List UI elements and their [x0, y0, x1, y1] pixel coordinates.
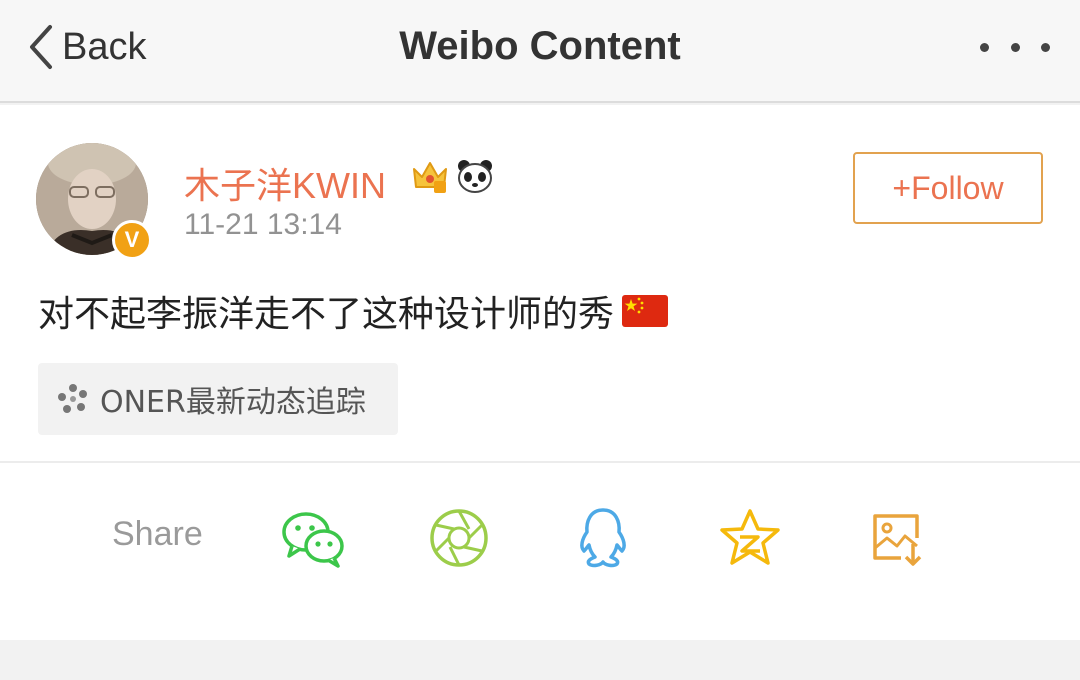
qzone-icon	[720, 509, 780, 565]
navigation-bar: Back Weibo Content	[0, 0, 1080, 103]
share-qq-button[interactable]	[568, 505, 638, 571]
divider	[0, 461, 1080, 463]
share-label: Share	[112, 515, 203, 553]
supertopic-icon	[58, 384, 87, 413]
share-moments-button[interactable]	[424, 505, 494, 571]
page-title: Weibo Content	[399, 24, 681, 68]
share-qzone-button[interactable]	[715, 505, 785, 571]
post-timestamp: 11-21 13:14	[184, 208, 342, 241]
panda-icon[interactable]	[455, 157, 495, 195]
topic-chip[interactable]: ONER最新动态追踪	[38, 363, 398, 435]
wechat-icon	[282, 512, 344, 568]
crown-icon[interactable]	[410, 157, 450, 195]
china-flag-icon	[622, 295, 669, 327]
topic-label: ONER最新动态追踪	[100, 385, 366, 420]
qq-icon	[580, 508, 626, 568]
post-text: 对不起李振洋走不了这种设计师的秀	[38, 285, 669, 337]
more-icon[interactable]	[980, 30, 1050, 64]
moments-icon	[430, 509, 488, 567]
save-image-icon	[873, 514, 922, 566]
verified-badge: V	[112, 220, 152, 260]
share-wechat-button[interactable]	[278, 505, 348, 571]
share-save-image-button[interactable]	[862, 505, 932, 571]
username[interactable]: 木子洋KWIN	[184, 157, 386, 209]
post-card: V 木子洋KWIN 11-21 13:14 +Follow 对不起李振洋走不了这…	[0, 105, 1080, 640]
post-body: 对不起李振洋走不了这种设计师的秀	[38, 294, 615, 335]
follow-button[interactable]: +Follow	[853, 152, 1043, 224]
